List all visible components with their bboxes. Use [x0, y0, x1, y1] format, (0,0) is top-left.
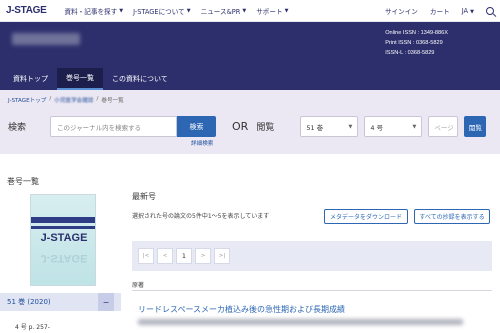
- issue-link[interactable]: 4 号 p. 257-: [15, 322, 50, 331]
- advanced-search-link[interactable]: 詳細検索: [191, 139, 213, 147]
- last-page-button[interactable]: >|: [214, 248, 230, 264]
- nav-label: サポート: [256, 7, 283, 16]
- article-authors-blurred: [138, 319, 463, 325]
- chevron-down-icon: ▼: [348, 123, 353, 130]
- breadcrumb-journal[interactable]: 小児医学会雑誌: [54, 96, 93, 104]
- chevron-down-icon: ▼: [412, 123, 417, 130]
- number-value: 4 号: [370, 123, 384, 132]
- first-page-button[interactable]: |<: [138, 248, 154, 264]
- volume-select[interactable]: 51 巻 ▼: [300, 116, 359, 137]
- tab-journal-top[interactable]: 資料トップ: [4, 68, 57, 90]
- search-label: 検索: [8, 123, 27, 133]
- issn-print: Print ISSN : 0368-5829: [385, 40, 443, 46]
- number-select[interactable]: 4 号 ▼: [364, 116, 423, 137]
- section-label: 原著: [132, 282, 145, 289]
- journal-search-input[interactable]: このジャーナル内を検索する: [50, 116, 177, 137]
- page-number[interactable]: 1: [176, 248, 192, 264]
- cover-stripe: [31, 226, 95, 229]
- download-metadata-button[interactable]: メタデータをダウンロード: [324, 209, 408, 224]
- volume-row[interactable]: 51 巻 (2020) −: [0, 293, 121, 311]
- chevron-down-icon: ▼: [284, 7, 289, 14]
- breadcrumb-current: 巻号一覧: [101, 98, 124, 104]
- top-navbar: J-STAGE 資料・記事を探す ▼ J-STAGEについて ▼ ニュース&PR ▼ …: [0, 0, 500, 22]
- next-page-button[interactable]: >: [195, 248, 211, 264]
- cover-stripe: [31, 217, 95, 223]
- chevron-down-icon: ▼: [119, 7, 124, 14]
- issue-list-heading: 巻号一覧: [7, 177, 39, 186]
- tab-about-journal[interactable]: この資料について: [103, 68, 177, 90]
- top-right-links: サインイン カート JA ▼: [385, 6, 494, 16]
- search-row: 検索 このジャーナル内を検索する 検索 OR 閲覧 51 巻 ▼ 4 号 ▼ ページ…: [8, 116, 492, 137]
- collapse-toggle[interactable]: −: [98, 293, 114, 311]
- journal-cover-image[interactable]: J-STAGE J-STAGE: [30, 194, 96, 286]
- prev-page-button[interactable]: <: [157, 248, 173, 264]
- volume-label: 51 巻 (2020): [7, 298, 51, 306]
- breadcrumb-sep: /: [49, 96, 52, 102]
- search-icon[interactable]: [486, 6, 494, 15]
- article-title-link[interactable]: リードレスペースメーカ植込み後の急性期および長期成績: [138, 304, 345, 315]
- journal-header: Online ISSN : 1349-886X Print ISSN : 036…: [0, 22, 500, 68]
- breadcrumb: J-STAGEトップ / 小児医学会雑誌 / 巻号一覧: [8, 96, 492, 104]
- cover-logo-reflection: J-STAGE: [40, 252, 88, 264]
- search-button[interactable]: 検索: [177, 116, 216, 137]
- nav-label: 資料・記事を探す: [64, 7, 118, 16]
- chevron-down-icon: ▼: [186, 7, 191, 14]
- nav-label: ニュース&PR: [200, 7, 241, 16]
- browse-button[interactable]: 閲覧: [464, 116, 487, 137]
- pagination: |< < 1 > >|: [132, 241, 492, 271]
- browse-label: 閲覧: [256, 123, 275, 133]
- volume-value: 51 巻: [306, 123, 324, 132]
- issn-l: ISSN-L : 0368-5829: [385, 50, 435, 56]
- nav-about-jstage[interactable]: J-STAGEについて ▼: [133, 6, 191, 16]
- nav-support[interactable]: サポート ▼: [256, 6, 288, 16]
- top-nav-menu: 資料・記事を探す ▼ J-STAGEについて ▼ ニュース&PR ▼ サポート ▼: [65, 6, 385, 16]
- issn-online: Online ISSN : 1349-886X: [385, 30, 448, 36]
- language-select[interactable]: JA ▼: [462, 7, 474, 15]
- divider: [132, 290, 492, 291]
- nav-label: J-STAGEについて: [133, 7, 185, 16]
- main-content: 最新号 選択された号の論文の5件中1〜5を表示しています メタデータをダウンロー…: [132, 191, 492, 325]
- search-panel: J-STAGEトップ / 小児医学会雑誌 / 巻号一覧 検索 このジャーナル内を…: [0, 90, 500, 154]
- chevron-down-icon: ▼: [242, 7, 247, 14]
- page-input[interactable]: ページ: [428, 116, 459, 137]
- tab-issue-list[interactable]: 巻号一覧: [57, 68, 103, 90]
- nav-search-articles[interactable]: 資料・記事を探す ▼: [65, 6, 124, 16]
- breadcrumb-sep: /: [96, 96, 99, 102]
- journal-title-blurred: [12, 33, 80, 45]
- show-all-abstracts-button[interactable]: すべての抄録を表示する: [414, 209, 490, 224]
- breadcrumb-home[interactable]: J-STAGEトップ: [8, 96, 46, 104]
- cover-logo: J-STAGE: [40, 232, 88, 244]
- language-label: JA: [461, 6, 469, 15]
- jstage-logo[interactable]: J-STAGE: [6, 5, 47, 16]
- chevron-down-icon: ▼: [470, 8, 474, 15]
- journal-tabs: 資料トップ 巻号一覧 この資料について: [0, 68, 500, 90]
- issn-block: Online ISSN : 1349-886X Print ISSN : 036…: [385, 28, 448, 58]
- nav-news-pr[interactable]: ニュース&PR ▼: [201, 6, 247, 16]
- sign-in-link[interactable]: サインイン: [385, 6, 418, 16]
- results-info: 選択された号の論文の5件中1〜5を表示しています: [132, 213, 270, 220]
- latest-issue-heading: 最新号: [132, 192, 156, 201]
- or-label: OR: [232, 120, 249, 133]
- cart-link[interactable]: カート: [430, 6, 450, 16]
